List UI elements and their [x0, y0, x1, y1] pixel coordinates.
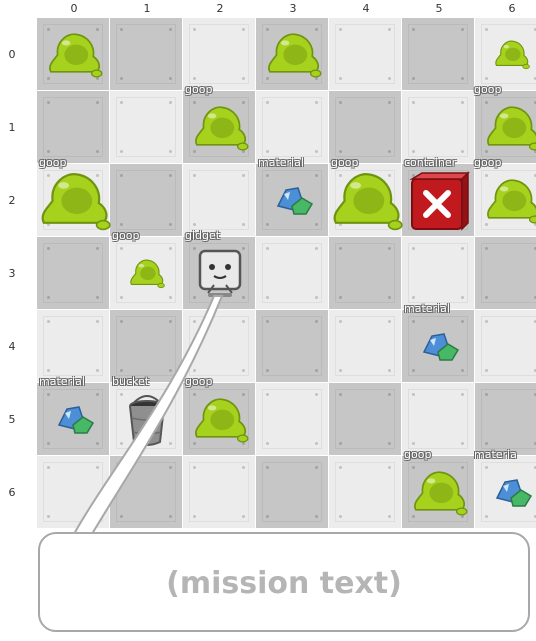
mission-text: (mission text) — [166, 566, 402, 601]
mission-bubble: (mission text) — [38, 532, 530, 632]
game-board: 0 1 2 3 4 5 6 0 1 2 3 4 5 6 goop goop material goop contai… — [0, 0, 536, 641]
